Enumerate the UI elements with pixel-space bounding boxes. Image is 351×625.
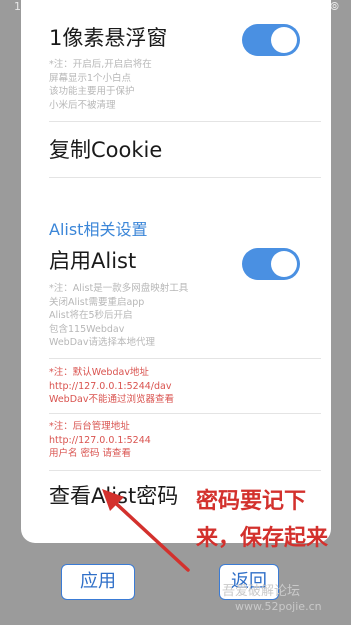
annotation-text: 密码要记下来，保存起来	[196, 489, 329, 551]
divider	[49, 121, 321, 122]
admin-address-note: *注：后台管理地址 http://127.0.0.1:5244 用户名 密码 请…	[49, 421, 151, 459]
toggle-knob	[271, 251, 297, 277]
divider	[49, 470, 321, 471]
pixel-window-toggle[interactable]	[242, 24, 300, 56]
view-alist-password-item[interactable]: 查看Alist密码	[49, 480, 178, 510]
settings-card: 1像素悬浮窗 *注：开启后,开启启将在 屏幕显示1个小白点 该功能主要用于保护 …	[21, 0, 331, 543]
webdav-address-note: *注：默认Webdav地址 http://127.0.0.1:5244/dav …	[49, 367, 174, 405]
pixel-window-note: *注：开启后,开启启将在 屏幕显示1个小白点 该功能主要用于保护 小米后不被清理	[49, 59, 152, 111]
toggle-knob	[271, 27, 297, 53]
alist-section-header: Alist相关设置	[49, 220, 148, 239]
enable-alist-toggle[interactable]	[242, 248, 300, 280]
watermark-site-name: 吾爱破解论坛	[222, 584, 301, 599]
watermark-url: www.52pojie.cn	[235, 600, 322, 613]
apply-button[interactable]: 应用	[61, 564, 135, 600]
copy-cookie-item[interactable]: 复制Cookie	[49, 134, 162, 164]
divider	[49, 413, 321, 414]
enable-alist-note: *注：Alist是一款多网盘映射工具 关闭Alist需要重启app Alist将…	[49, 283, 189, 348]
pixel-window-title: 1像素悬浮窗	[49, 26, 168, 50]
divider	[49, 177, 321, 178]
enable-alist-title: 启用Alist	[49, 249, 137, 273]
divider	[49, 358, 321, 359]
